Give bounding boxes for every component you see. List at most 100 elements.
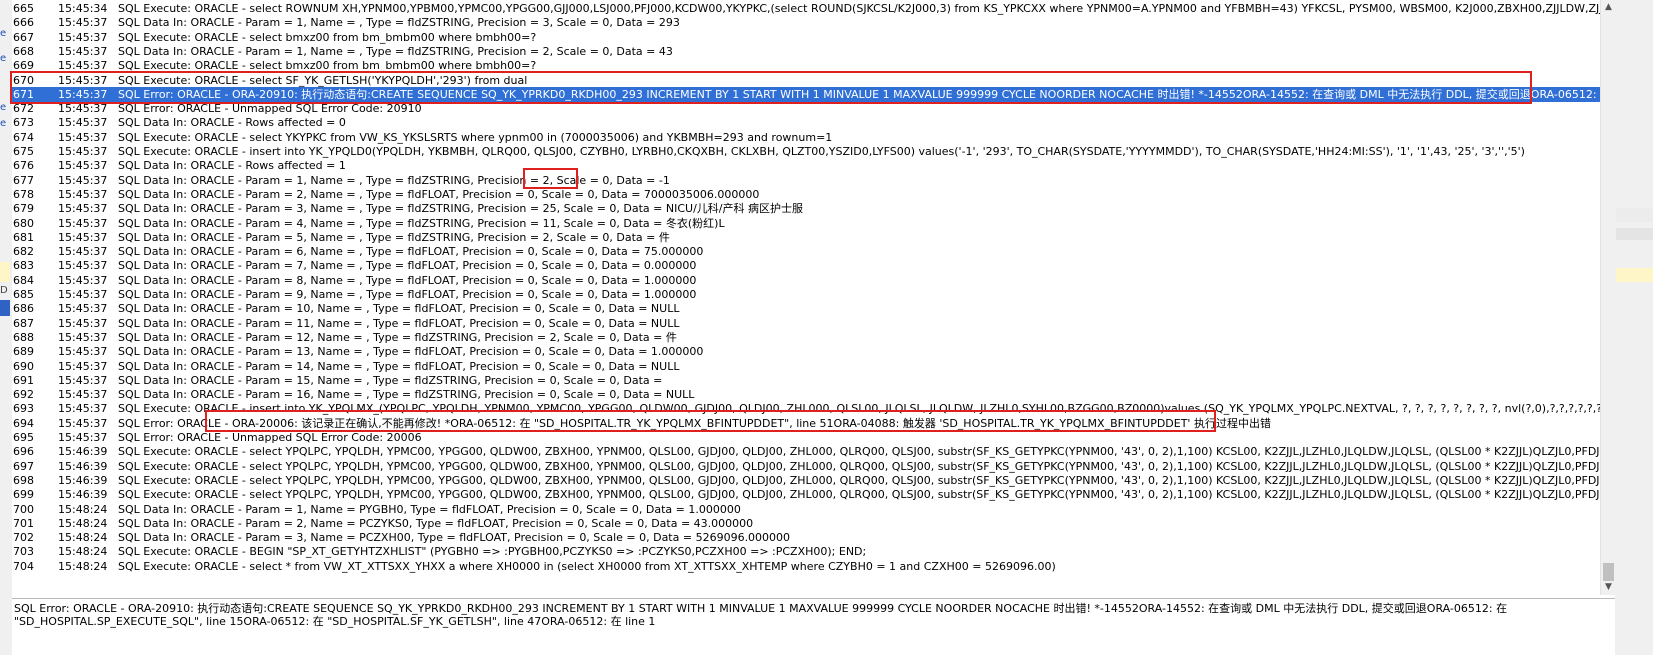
background-window-right <box>1615 0 1653 655</box>
log-row[interactable]: 701 15:48:24 SQL Data In: ORACLE - Param =… <box>12 516 1600 531</box>
annotation-box-data-value <box>523 168 578 189</box>
log-row-time: 15:45:37 <box>58 245 108 259</box>
log-row-time: 15:45:37 <box>58 316 108 330</box>
log-row[interactable]: 692 15:45:37 SQL Data In: ORACLE - Param =… <box>12 387 1600 402</box>
log-row-message: SQL Data In: ORACLE - Param = 14, Name =… <box>118 359 680 373</box>
log-row[interactable]: 674 15:45:37 SQL Execute: ORACLE - select … <box>12 130 1600 145</box>
log-row-number: 685 <box>13 288 34 301</box>
log-row-time: 15:45:37 <box>58 388 108 402</box>
log-row-message: SQL Execute: ORACLE - select ROWNUM XH,Y… <box>118 2 1600 15</box>
log-row-number: 683 <box>13 259 34 273</box>
scroll-down-icon[interactable]: ▼ <box>1601 580 1616 595</box>
log-row[interactable]: 680 15:45:37 SQL Data In: ORACLE - Param =… <box>12 216 1600 231</box>
log-row-number: 689 <box>13 345 34 359</box>
log-row-message: SQL Data In: ORACLE - Param = 3, Name = … <box>118 531 791 545</box>
scroll-up-icon[interactable]: ▲ <box>1601 0 1616 15</box>
log-row-message: SQL Execute: ORACLE - select YKYPKC from… <box>118 130 833 144</box>
log-row[interactable]: 684 15:45:37 SQL Data In: ORACLE - Param =… <box>12 273 1600 288</box>
log-row[interactable]: 668 15:45:37 SQL Data In: ORACLE - Param =… <box>12 44 1600 59</box>
log-row-number: 687 <box>13 316 34 330</box>
log-row-time: 15:48:24 <box>58 516 108 530</box>
log-row[interactable]: 685 15:45:37 SQL Data In: ORACLE - Param =… <box>12 287 1600 302</box>
log-row-number: 700 <box>13 502 34 516</box>
left-fragment-6: D <box>0 285 8 296</box>
log-row[interactable]: 683 15:45:37 SQL Data In: ORACLE - Param =… <box>12 258 1600 273</box>
log-scrollbar[interactable]: ▲ ▼ <box>1600 0 1616 595</box>
log-row[interactable]: 676 15:45:37 SQL Data In: ORACLE - Rows af… <box>12 158 1600 173</box>
log-row[interactable]: 675 15:45:37 SQL Execute: ORACLE - insert … <box>12 144 1600 159</box>
log-row[interactable]: 696 15:46:39 SQL Execute: ORACLE - select … <box>12 444 1600 459</box>
log-row[interactable]: 699 15:46:39 SQL Execute: ORACLE - select … <box>12 487 1600 502</box>
log-row-time: 15:48:24 <box>58 545 108 559</box>
log-row[interactable]: 691 15:45:37 SQL Data In: ORACLE - Param =… <box>12 373 1600 388</box>
log-row-time: 15:45:37 <box>58 431 108 444</box>
log-row[interactable]: 702 15:48:24 SQL Data In: ORACLE - Param =… <box>12 530 1600 545</box>
log-row-number: 679 <box>13 202 34 216</box>
log-row-time: 15:46:39 <box>58 459 108 473</box>
log-row-message: SQL Data In: ORACLE - Param = 6, Name = … <box>118 245 704 259</box>
log-row-time: 15:45:37 <box>58 302 108 316</box>
log-row-number: 695 <box>13 431 34 444</box>
log-row-message: SQL Data In: ORACLE - Param = 2, Name = … <box>118 187 760 201</box>
log-row[interactable]: 686 15:45:37 SQL Data In: ORACLE - Param =… <box>12 301 1600 316</box>
log-row-time: 15:46:39 <box>58 473 108 487</box>
log-row-message: SQL Execute: ORACLE - insert into YK_YPQ… <box>118 145 1525 158</box>
log-row[interactable]: 700 15:48:24 SQL Data In: ORACLE - Param =… <box>12 502 1600 517</box>
log-row-number: 699 <box>13 488 34 502</box>
log-row[interactable]: 665 15:45:34 SQL Execute: ORACLE - select … <box>12 1 1600 16</box>
log-row-number: 673 <box>13 116 34 130</box>
log-row[interactable]: 678 15:45:37 SQL Data In: ORACLE - Param =… <box>12 187 1600 202</box>
log-row-number: 665 <box>13 2 34 15</box>
log-row[interactable]: 666 15:45:37 SQL Data In: ORACLE - Param =… <box>12 15 1600 30</box>
right-band-1 <box>1615 208 1653 222</box>
log-row-time: 15:45:34 <box>58 2 108 15</box>
log-row[interactable]: 682 15:45:37 SQL Data In: ORACLE - Param =… <box>12 244 1600 259</box>
log-row-time: 15:48:24 <box>58 531 108 545</box>
log-row-number: 688 <box>13 330 34 344</box>
log-row-message: SQL Execute: ORACLE - select YPQLPC, YPQ… <box>118 473 1600 487</box>
left-fragment-2: e <box>0 53 7 64</box>
log-row-number: 668 <box>13 44 34 58</box>
scroll-thumb[interactable] <box>1603 563 1614 581</box>
log-row[interactable]: 681 15:45:37 SQL Data In: ORACLE - Param =… <box>12 230 1600 245</box>
error-detail-pane[interactable]: SQL Error: ORACLE - ORA-20910: 执行动态语句:CR… <box>12 598 1615 656</box>
log-row-time: 15:45:37 <box>58 30 108 44</box>
log-row-time: 15:45:37 <box>58 230 108 244</box>
log-row-number: 698 <box>13 473 34 487</box>
log-row[interactable]: 703 15:48:24 SQL Execute: ORACLE - BEGIN "… <box>12 544 1600 559</box>
log-row[interactable]: 704 15:48:24 SQL Execute: ORACLE - select … <box>12 559 1600 574</box>
log-row-message: SQL Data In: ORACLE - Param = 1, Name = … <box>118 502 741 516</box>
log-row-number: 694 <box>13 416 34 430</box>
log-row-time: 15:45:37 <box>58 130 108 144</box>
log-row-message: SQL Data In: ORACLE - Param = 4, Name = … <box>118 216 725 230</box>
log-row[interactable]: 673 15:45:37 SQL Data In: ORACLE - Rows af… <box>12 115 1600 130</box>
log-row[interactable]: 698 15:46:39 SQL Execute: ORACLE - select … <box>12 473 1600 488</box>
log-row[interactable]: 689 15:45:37 SQL Data In: ORACLE - Param =… <box>12 344 1600 359</box>
log-row[interactable]: 677 15:45:37 SQL Data In: ORACLE - Param =… <box>12 173 1600 188</box>
log-row-number: 691 <box>13 373 34 387</box>
log-row[interactable]: 687 15:45:37 SQL Data In: ORACLE - Param =… <box>12 316 1600 331</box>
log-row-number: 696 <box>13 445 34 459</box>
log-row-number: 675 <box>13 145 34 158</box>
log-row[interactable]: 679 15:45:37 SQL Data In: ORACLE - Param =… <box>12 201 1600 216</box>
log-row[interactable]: 697 15:46:39 SQL Execute: ORACLE - select … <box>12 459 1600 474</box>
log-row-time: 15:48:24 <box>58 502 108 516</box>
left-blue-band <box>0 300 10 316</box>
log-row-number: 684 <box>13 273 34 287</box>
log-row[interactable]: 695 15:45:37 SQL Error: ORACLE - Unmapped … <box>12 430 1600 445</box>
log-row-time: 15:45:37 <box>58 259 108 273</box>
right-band-2 <box>1615 228 1653 240</box>
log-row-time: 15:48:24 <box>58 559 108 573</box>
log-row-number: 680 <box>13 216 34 230</box>
log-row[interactable]: 667 15:45:37 SQL Execute: ORACLE - select … <box>12 30 1600 45</box>
log-row-number: 702 <box>13 531 34 545</box>
log-row[interactable]: 688 15:45:37 SQL Data In: ORACLE - Param =… <box>12 330 1600 345</box>
log-row-message: SQL Data In: ORACLE - Param = 8, Name = … <box>118 273 697 287</box>
log-row-number: 674 <box>13 130 34 144</box>
log-row-time: 15:45:37 <box>58 116 108 130</box>
log-row-number: 682 <box>13 245 34 259</box>
log-row-message: SQL Data In: ORACLE - Param = 10, Name =… <box>118 302 680 316</box>
log-row-message: SQL Execute: ORACLE - select * from VW_X… <box>118 559 1056 573</box>
log-row[interactable]: 690 15:45:37 SQL Data In: ORACLE - Param =… <box>12 359 1600 374</box>
annotation-box-trigger-error <box>205 410 1216 432</box>
